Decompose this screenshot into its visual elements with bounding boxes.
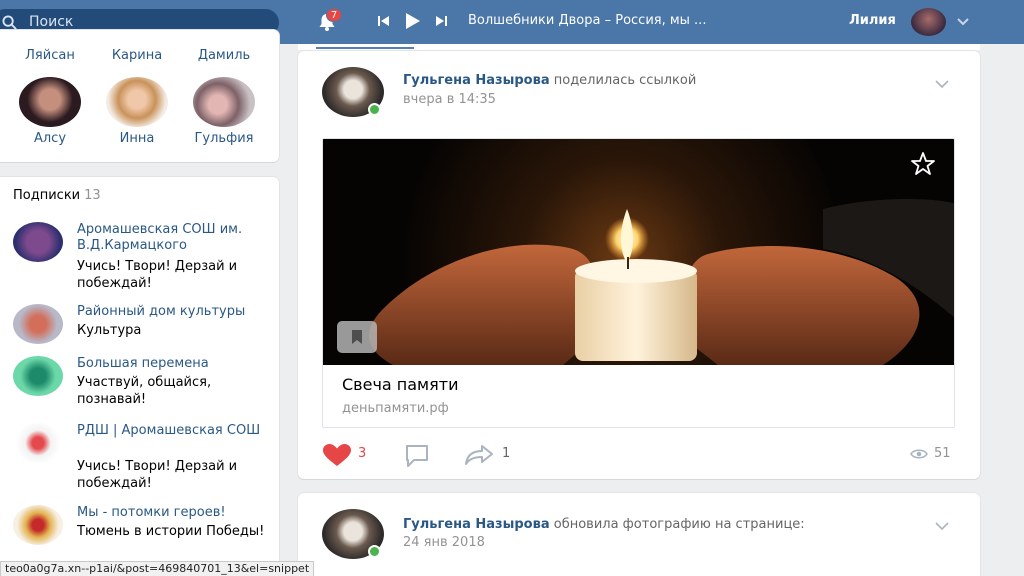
subscription-avatar[interactable] <box>13 505 63 545</box>
subscriptions-count: 13 <box>84 188 101 203</box>
subscription-title[interactable]: Мы - потомки героев! <box>77 505 277 521</box>
friend-name[interactable]: Алсу <box>10 131 90 146</box>
friend-avatar[interactable] <box>106 77 168 127</box>
friend-avatar[interactable] <box>19 18 81 44</box>
subscriptions-header[interactable]: Подписки 13 <box>13 188 101 203</box>
shares-count[interactable]: 1 <box>502 446 510 461</box>
user-name[interactable]: Лилия <box>849 13 896 28</box>
subscription-avatar[interactable] <box>13 222 63 262</box>
post-header: Гульгена Назырова обновила фотографию на… <box>403 517 805 532</box>
bookmark-button[interactable] <box>337 321 377 353</box>
friends-block: Ляйсан Карина Дамиль Алсу Инна Гульфия <box>0 30 279 162</box>
friend-avatar[interactable] <box>193 18 255 44</box>
link-attachment[interactable]: Свеча памяти деньпамяти.рф <box>322 138 955 428</box>
friend-name[interactable]: Дамиль <box>184 48 264 63</box>
candle-image <box>323 139 954 365</box>
now-playing-track[interactable]: Волшебники Двора – Россия, мы ... <box>468 13 706 28</box>
friend-item[interactable]: Карина <box>97 18 177 63</box>
comment-icon[interactable] <box>404 444 430 468</box>
previous-track-icon[interactable] <box>377 14 391 28</box>
link-domain[interactable]: деньпамяти.рф <box>342 401 449 416</box>
likes-count[interactable]: 3 <box>358 446 366 461</box>
link-image[interactable] <box>323 139 954 365</box>
heart-icon[interactable] <box>322 443 352 467</box>
friend-name[interactable]: Карина <box>97 48 177 63</box>
chevron-down-icon[interactable] <box>934 518 950 534</box>
chevron-down-icon[interactable] <box>934 76 950 92</box>
subscription-avatar[interactable] <box>13 356 63 396</box>
friend-avatar[interactable] <box>193 77 255 127</box>
friend-item[interactable]: Инна <box>97 77 177 146</box>
online-indicator <box>368 103 381 116</box>
post-header: Гульгена Назырова поделилась ссылкой <box>403 73 696 88</box>
chevron-down-icon[interactable] <box>956 14 970 28</box>
post-author-name[interactable]: Гульгена Назырова <box>403 73 550 88</box>
friend-avatar[interactable] <box>19 77 81 127</box>
post-date[interactable]: вчера в 14:35 <box>403 92 496 107</box>
subscription-description: Тюмень в истории Победы! <box>77 524 265 539</box>
subscription-description: Участвуй, общайся, познавай! <box>77 375 212 407</box>
bookmark-icon <box>352 330 362 344</box>
link-title[interactable]: Свеча памяти <box>342 375 458 394</box>
friend-item[interactable]: Ляйсан <box>10 18 90 63</box>
post-action: поделилась ссылкой <box>553 73 697 88</box>
eye-icon <box>910 449 928 459</box>
feed-post: Гульгена Назырова поделилась ссылкой вче… <box>298 51 980 479</box>
post-actions: 3 1 51 <box>322 441 955 469</box>
friend-name[interactable]: Ляйсан <box>10 48 90 63</box>
friend-avatar[interactable] <box>106 18 168 44</box>
subscription-title[interactable]: Районный дом культуры <box>77 304 277 320</box>
feed-post: Гульгена Назырова обновила фотографию на… <box>298 493 980 576</box>
friend-item[interactable]: Дамиль <box>184 18 264 63</box>
subscription-title[interactable]: РДШ | Аромашевская СОШ <box>77 423 277 439</box>
friend-item[interactable]: Гульфия <box>184 77 264 146</box>
status-bar-url: teo0a0g7a.xn--p1ai/&post=469840701_13&el… <box>0 561 315 576</box>
post-action: обновила фотографию на странице: <box>553 517 805 532</box>
active-tab-indicator <box>316 47 414 49</box>
play-icon[interactable] <box>403 12 421 30</box>
subscription-title[interactable]: Аромашевская СОШ им. В.Д.Кармацкого <box>77 222 277 254</box>
star-icon[interactable] <box>910 151 936 177</box>
friend-name[interactable]: Гульфия <box>184 131 264 146</box>
subscription-description: Культура <box>77 323 142 338</box>
subscriptions-title: Подписки <box>13 188 81 203</box>
online-indicator <box>368 545 381 558</box>
friend-name[interactable]: Инна <box>97 131 177 146</box>
user-avatar[interactable] <box>911 8 946 36</box>
next-track-icon[interactable] <box>434 14 448 28</box>
subscription-description: Учись! Твори! Дерзай и побеждай! <box>77 459 238 491</box>
notification-badge: 7 <box>326 8 342 22</box>
subscription-avatar[interactable] <box>13 423 63 463</box>
subscriptions-block: Подписки 13 Аромашевская СОШ им. В.Д.Карм… <box>0 177 279 576</box>
views-count: 51 <box>934 446 951 461</box>
subscription-avatar[interactable] <box>13 304 63 344</box>
post-date[interactable]: 24 янв 2018 <box>403 535 485 550</box>
friend-item[interactable]: Алсу <box>10 77 90 146</box>
share-icon[interactable] <box>464 444 494 466</box>
subscription-title[interactable]: Большая перемена <box>77 356 277 372</box>
subscription-description: Учись! Твори! Дерзай и побеждай! <box>77 259 238 291</box>
post-author-name[interactable]: Гульгена Назырова <box>403 517 550 532</box>
